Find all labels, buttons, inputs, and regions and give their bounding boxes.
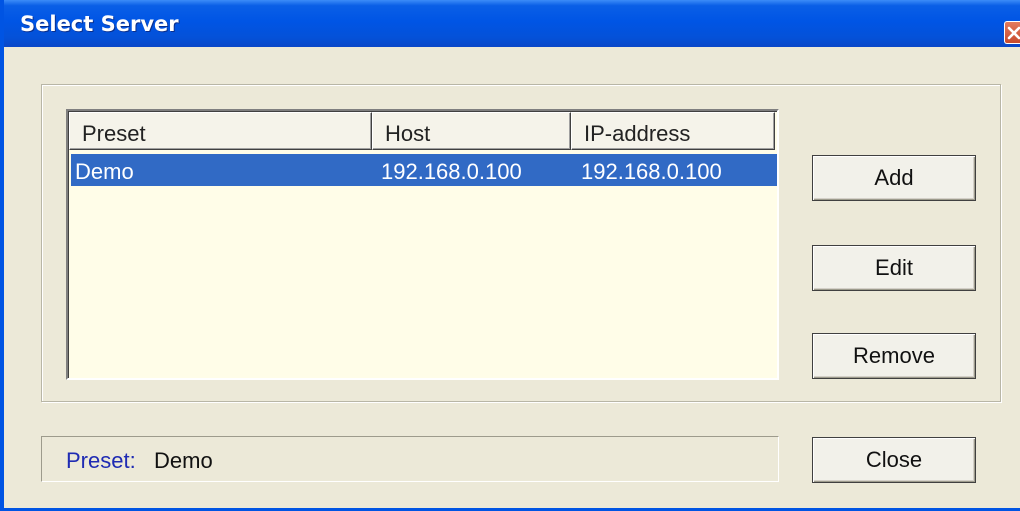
add-button-label: Add [874, 165, 914, 190]
close-button[interactable]: Close [812, 437, 976, 483]
add-button[interactable]: Add [812, 155, 976, 201]
cell-host: 192.168.0.100 [381, 159, 522, 184]
remove-button-label: Remove [853, 343, 935, 368]
close-button-label: Close [865, 447, 923, 472]
title-bar[interactable]: Select Server [4, 0, 1020, 47]
edit-button[interactable]: Edit [812, 245, 976, 291]
remove-button[interactable]: Remove [812, 333, 976, 379]
status-box: Preset: Demo [41, 436, 779, 482]
list-header: Preset Host IP-address [69, 112, 777, 152]
edit-button-label: Edit [875, 255, 913, 280]
column-header-host[interactable]: Host [372, 112, 571, 150]
cell-ip-address: 192.168.0.100 [581, 159, 722, 184]
close-icon [1007, 26, 1020, 40]
status-label: Preset: [66, 448, 136, 473]
cell-preset: Demo [75, 159, 134, 184]
server-list[interactable]: Preset Host IP-address Demo 192.168.0.10… [66, 109, 779, 380]
column-header-preset[interactable]: Preset [69, 112, 372, 150]
column-header-ip-address[interactable]: IP-address [571, 112, 775, 150]
status-value: Demo [154, 448, 213, 473]
window-title: Select Server [20, 12, 179, 36]
close-window-button[interactable] [1004, 21, 1020, 44]
select-server-dialog: Select Server Preset Host IP-address Dem… [0, 0, 1020, 511]
table-row[interactable]: Demo 192.168.0.100 192.168.0.100 [71, 154, 777, 186]
